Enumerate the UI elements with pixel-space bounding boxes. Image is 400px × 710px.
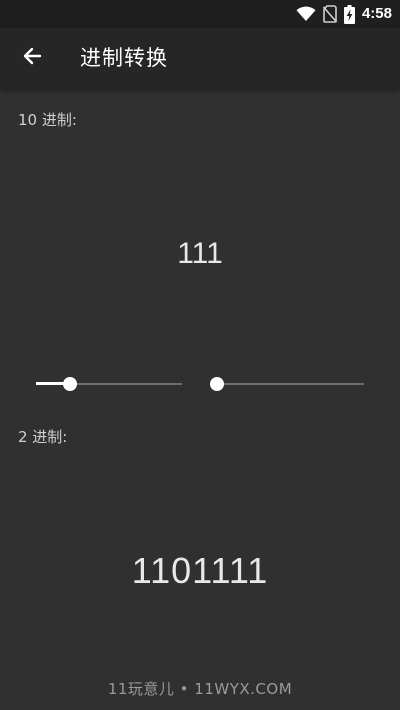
battery-charging-icon bbox=[343, 4, 355, 24]
status-bar: 4:58 bbox=[0, 0, 400, 28]
page-title: 进制转换 bbox=[80, 46, 168, 70]
wifi-icon bbox=[296, 6, 316, 22]
arrow-left-icon bbox=[22, 46, 42, 70]
clock: 4:58 bbox=[361, 5, 392, 22]
slider-track bbox=[217, 383, 364, 385]
back-button[interactable] bbox=[14, 40, 50, 76]
no-sim-icon bbox=[322, 5, 337, 23]
watermark: 11玩意儿 • 11WYX.COM bbox=[107, 680, 293, 698]
slider-thumb[interactable] bbox=[62, 377, 77, 391]
status-icons: 4:58 bbox=[296, 4, 392, 24]
binary-value: 1101111 bbox=[131, 550, 269, 591]
app-bar: 进制转换 bbox=[0, 28, 400, 88]
decimal-slider[interactable] bbox=[36, 374, 182, 394]
slider-thumb[interactable] bbox=[210, 377, 224, 391]
decimal-label: 10 进制: bbox=[18, 111, 77, 129]
binary-slider[interactable] bbox=[210, 374, 364, 394]
decimal-value: 111 bbox=[177, 237, 223, 270]
binary-label: 2 进制: bbox=[18, 428, 68, 446]
